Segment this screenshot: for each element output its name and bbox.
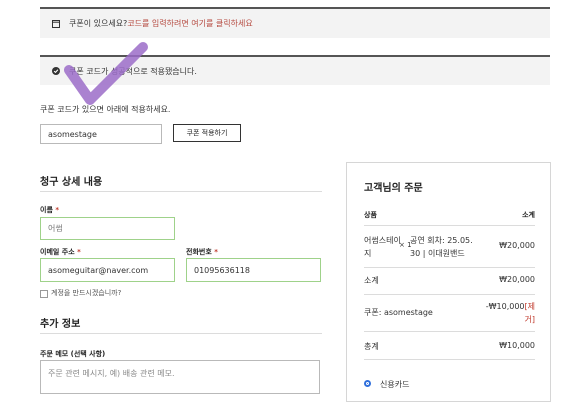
checkmark-overlay-icon — [64, 42, 148, 105]
